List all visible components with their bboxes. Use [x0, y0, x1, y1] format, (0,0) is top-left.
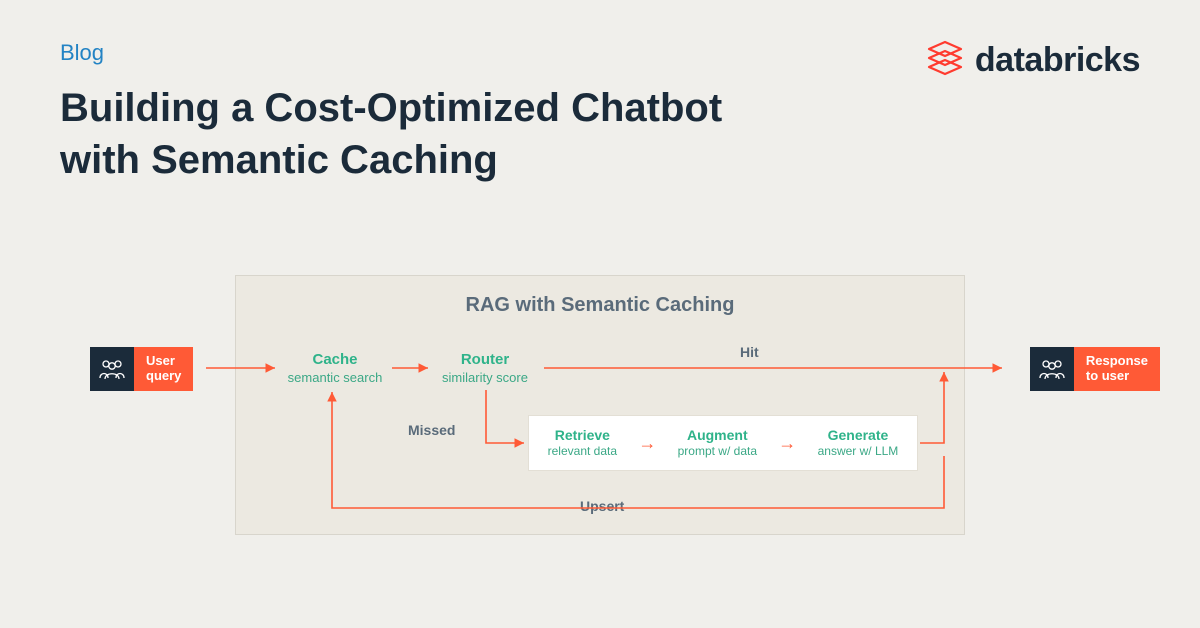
edge-label-missed: Missed — [408, 422, 455, 438]
response-block: Response to user — [1030, 347, 1160, 391]
diagram-panel: RAG with Semantic Caching — [235, 275, 965, 535]
databricks-icon — [925, 38, 965, 83]
users-icon — [90, 347, 134, 391]
brand-logo: databricks — [925, 38, 1140, 83]
node-generate: Generate answer w/ LLM — [818, 426, 899, 460]
node-retrieve: Retrieve relevant data — [548, 426, 617, 460]
rag-pipeline-box: Retrieve relevant data → Augment prompt … — [528, 415, 918, 471]
node-router: Router similarity score — [430, 350, 540, 386]
user-query-block: User query — [90, 347, 193, 391]
node-augment: Augment prompt w/ data — [678, 426, 757, 460]
edge-label-hit: Hit — [740, 344, 759, 360]
diagram-title: RAG with Semantic Caching — [236, 276, 964, 317]
users-icon — [1030, 347, 1074, 391]
page-title: Building a Cost-Optimized Chatbot with S… — [60, 82, 810, 186]
response-label: Response to user — [1074, 347, 1160, 391]
arrow-icon: → — [778, 433, 796, 454]
brand-name: databricks — [975, 41, 1140, 80]
arrow-icon: → — [638, 433, 656, 454]
node-cache: Cache semantic search — [280, 350, 390, 386]
edge-label-upsert: Upsert — [580, 498, 624, 514]
user-query-label: User query — [134, 347, 193, 391]
